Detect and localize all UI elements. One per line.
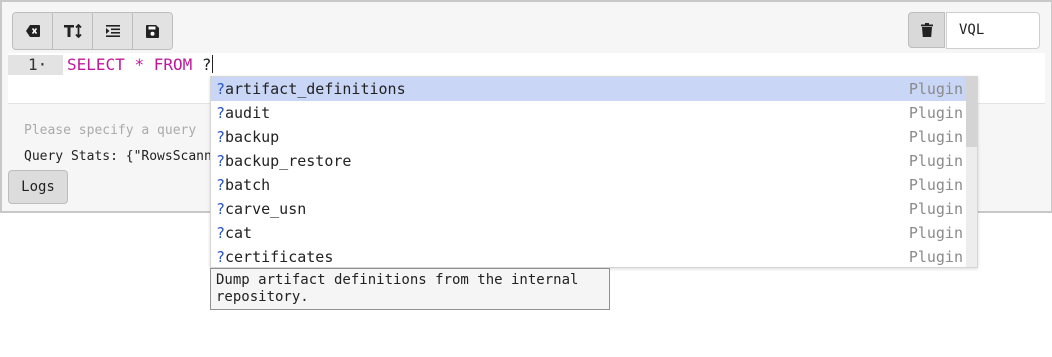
autocomplete-item[interactable]: ? cat Plugin (211, 221, 967, 245)
scrollbar-thumb[interactable] (966, 77, 977, 147)
language-selector[interactable]: VQL (946, 12, 1040, 49)
suggestion-name: batch (225, 176, 271, 194)
keyword-select: SELECT (67, 55, 125, 74)
suggestion-name: artifact_definitions (225, 80, 406, 98)
trash-icon (920, 23, 933, 37)
suggestion-name: carve_usn (225, 200, 307, 218)
indent-icon (105, 25, 120, 37)
suggestion-type: Plugin (908, 224, 963, 242)
suggestion-name: backup_restore (225, 152, 352, 170)
text-size-icon (63, 24, 82, 38)
suggestion-name: cat (225, 224, 253, 242)
match-prefix: ? (216, 152, 226, 170)
suggestion-type: Plugin (908, 152, 963, 170)
autocomplete-item[interactable]: ? batch Plugin (211, 173, 967, 197)
line-gutter: 1· (8, 55, 63, 75)
autocomplete-item[interactable]: ? artifact_definitions Plugin (211, 77, 967, 101)
autocomplete-popup: ? artifact_definitions Plugin ? audit Pl… (210, 76, 978, 268)
delete-button[interactable] (908, 12, 945, 48)
match-prefix: ? (216, 176, 226, 194)
query-stats: Query Stats: {"RowsScanned" (24, 149, 210, 164)
autocomplete-item[interactable]: ? backup Plugin (211, 125, 967, 149)
doc-tooltip: Dump artifact definitions from the inter… (210, 268, 610, 310)
autocomplete-item[interactable]: ? audit Plugin (211, 101, 967, 125)
match-prefix: ? (216, 104, 226, 122)
suggestion-name: certificates (225, 248, 334, 266)
autocomplete-item[interactable]: ? certificates Plugin (211, 245, 967, 267)
typed-token: ? (201, 55, 212, 74)
suggestion-type: Plugin (908, 200, 963, 218)
suggestion-type: Plugin (908, 248, 963, 266)
query-hint: Please specify a query (24, 123, 197, 138)
autocomplete-scrollbar[interactable] (966, 77, 977, 267)
query-text: SELECT * FROM ? (67, 55, 213, 75)
fold-marker: · (37, 55, 48, 74)
match-prefix: ? (216, 200, 226, 218)
suggestion-type: Plugin (908, 176, 963, 194)
autocomplete-item[interactable]: ? backup_restore Plugin (211, 149, 967, 173)
text-size-button[interactable] (53, 13, 93, 49)
match-prefix: ? (216, 224, 226, 242)
indent-button[interactable] (93, 13, 133, 49)
cell-toolbar (12, 12, 173, 50)
suggestion-name: audit (225, 104, 271, 122)
autocomplete-item[interactable]: ? carve_usn Plugin (211, 197, 967, 221)
save-button[interactable] (133, 13, 172, 49)
match-prefix: ? (216, 80, 226, 98)
keyword-from: FROM (153, 55, 193, 74)
match-prefix: ? (216, 128, 226, 146)
logs-button[interactable]: Logs (8, 170, 68, 204)
save-icon (146, 24, 159, 38)
suggestion-name: backup (225, 128, 280, 146)
suggestion-type: Plugin (908, 104, 963, 122)
clear-button[interactable] (13, 13, 53, 49)
star-operator: * (134, 55, 145, 74)
line-number: 1 (28, 55, 38, 74)
text-cursor (211, 55, 213, 73)
suggestion-type: Plugin (908, 128, 963, 146)
match-prefix: ? (216, 248, 226, 266)
clear-icon (25, 25, 40, 37)
suggestion-type: Plugin (908, 80, 963, 98)
